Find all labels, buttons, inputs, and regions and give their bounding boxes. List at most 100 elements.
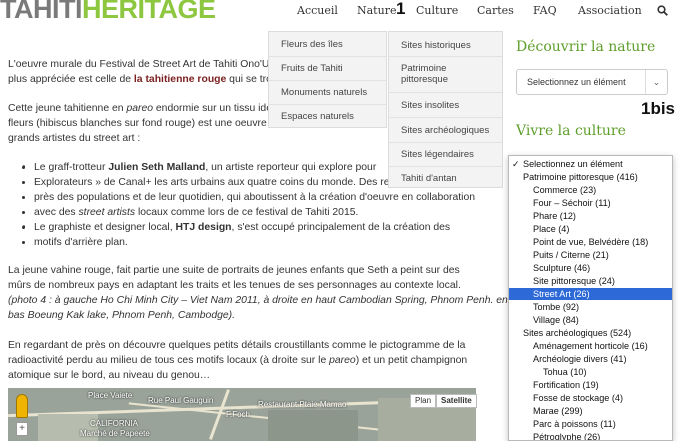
nav-faq[interactable]: FAQ — [533, 4, 557, 26]
nav-association[interactable]: Association — [578, 4, 642, 26]
list-item-seth-line2: Explorateurs » de Canal+ les arts urbain… — [34, 175, 390, 190]
select-option[interactable]: Marae (299) — [509, 405, 672, 417]
menu-item-sites-legendaires[interactable]: Sites légendaires — [401, 149, 474, 160]
select-option[interactable]: Sites archéologiques (524) — [509, 327, 672, 339]
nav-cartes[interactable]: Cartes — [477, 4, 514, 26]
list-item-seth-line3: près des populations et de leur quotidie… — [34, 190, 475, 205]
select-option-label: Village (84) — [533, 315, 579, 325]
select-option[interactable]: Archéologie divers (41) — [509, 353, 672, 365]
map-label: Marché de Papeete — [80, 429, 150, 438]
paragraph-portraits-line4: bas Boeung Kak lake, Phnom Penh, Cambodg… — [8, 310, 236, 321]
select-option-label: Fosse de stockage (4) — [533, 393, 623, 403]
nature-select-value: Selectionnez un élément — [527, 77, 626, 87]
sidebar-heading-nature: Découvrir la nature — [516, 39, 656, 55]
select-option[interactable]: Fortification (19) — [509, 379, 672, 391]
annotation-marker-1: 1 — [396, 0, 406, 18]
select-option-label: Patrimoine pittoresque (416) — [523, 172, 638, 182]
select-option-label: Parc à poissons (11) — [533, 419, 616, 429]
street-view-pegman-icon[interactable] — [16, 394, 28, 418]
list-item-htj-line2: motifs d'arrière plan. — [34, 235, 128, 250]
paragraph-portraits-line1: La jeune vahine rouge, fait partie une s… — [8, 265, 460, 276]
select-option-label: Archéologie divers (41) — [533, 354, 627, 364]
nav-culture[interactable]: Culture — [416, 4, 458, 26]
select-option[interactable]: Sculpture (46) — [509, 262, 672, 274]
select-option-label: Puits / Citerne (21) — [533, 250, 609, 260]
select-option[interactable]: Patrimoine pittoresque (416) — [509, 171, 672, 183]
select-option-label: Site pittoresque (24) — [533, 276, 615, 286]
select-option-label: Commerce (23) — [533, 185, 597, 195]
select-option[interactable]: Pétroglyphe (26) — [509, 431, 672, 441]
paragraph-desc-line1: Cette jeune tahitienne en pareo endormie… — [8, 103, 272, 114]
menu-item-espaces[interactable]: Espaces naturels — [281, 111, 354, 122]
menu-item-patrimoine-line2[interactable]: pittoresque — [401, 74, 448, 85]
paragraph-details-line1: En regardant de près on découvre quelque… — [8, 340, 466, 351]
annotation-marker-1bis: 1bis — [641, 99, 676, 118]
paragraph-intro-line2: plus appréciée est celle de la tahitienn… — [8, 74, 278, 85]
select-option[interactable]: Place (4) — [509, 223, 672, 235]
map-label: CALIFORNIA — [90, 419, 139, 428]
checkmark-icon: ✓ — [512, 159, 520, 169]
select-option[interactable]: Fosse de stockage (4) — [509, 392, 672, 404]
select-option-label: Place (4) — [533, 224, 570, 234]
select-option-label: Tohua (10) — [543, 367, 587, 377]
paragraph-desc-line3: grands artistes du street art : — [8, 133, 141, 144]
select-option[interactable]: Puits / Citerne (21) — [509, 249, 672, 261]
paragraph-desc-line2: fleurs (hibiscus blanches sur fond rouge… — [8, 118, 272, 129]
menu-item-fleurs[interactable]: Fleurs des îles — [281, 39, 343, 50]
menu-item-sites-insolites[interactable]: Sites insolites — [401, 100, 459, 111]
nav-accueil[interactable]: Accueil — [297, 4, 338, 26]
map-label: Restaurant Ptaie Mamao — [258, 400, 347, 409]
list-item-seth-line4: avec des street artists locaux comme lor… — [34, 205, 358, 220]
paragraph-details-line3: atomique sur le bord, au niveau du genou… — [8, 370, 211, 381]
map-label: Rue Paul Gauguin — [148, 396, 214, 405]
select-option[interactable]: Four – Séchoir (11) — [509, 197, 672, 209]
paragraph-intro-line1: L'oeuvre murale du Festival de Street Ar… — [8, 59, 270, 70]
nature-dropdown-menu: Fleurs des îles Fruits de Tahiti Monumen… — [268, 31, 387, 128]
site-logo[interactable]: TAHITIHERITAGE — [0, 0, 216, 24]
menu-item-patrimoine-line1[interactable]: Patrimoine — [401, 63, 446, 74]
google-map[interactable]: Rue Paul Gauguin Restaurant Ptaie Mamao … — [8, 388, 476, 441]
select-option-label: Selectionnez un élément — [523, 159, 623, 169]
select-option[interactable]: ✓ Selectionnez un élément — [509, 158, 672, 170]
menu-item-monuments[interactable]: Monuments naturels — [281, 87, 367, 98]
select-option-label: Street Art (26) — [533, 289, 590, 299]
search-icon[interactable] — [657, 3, 668, 21]
select-option[interactable]: Point de vue, Belvédère (18) — [509, 236, 672, 248]
map-type-satellite-button[interactable]: Satellite — [436, 394, 477, 408]
select-option[interactable]: Street Art (26) — [509, 288, 672, 300]
paragraph-details-line2: radioactivité perdu au milieu de tous ce… — [8, 355, 468, 366]
select-option-label: Sculpture (46) — [533, 263, 591, 273]
nature-select[interactable]: Selectionnez un élément ⌄ — [516, 69, 668, 95]
select-option[interactable]: Tombe (92) — [509, 301, 672, 313]
culture-select-dropdown-list[interactable]: ✓ Selectionnez un élément Patrimoine pitto… — [508, 155, 673, 441]
select-option-label: Sites archéologiques (524) — [523, 328, 632, 338]
select-option[interactable]: Village (84) — [509, 314, 672, 326]
menu-item-sites-historiques[interactable]: Sites historiques — [401, 40, 471, 51]
menu-item-tahiti-dantan[interactable]: Tahiti d'antan — [401, 173, 457, 184]
list-item-seth-line1: Le graff-trotteur Julien Seth Malland, u… — [34, 160, 376, 175]
select-option[interactable]: Phare (12) — [509, 210, 672, 222]
select-option-label: Aménagement horticole (16) — [533, 341, 648, 351]
select-option-label: Point de vue, Belvédère (18) — [533, 237, 649, 247]
select-option[interactable]: Tohua (10) — [509, 366, 672, 378]
map-type-plan-button[interactable]: Plan — [410, 394, 437, 408]
paragraph-portraits-line2: mûrs de nombreux pays en adaptant les tr… — [8, 280, 461, 291]
culture-dropdown-menu: Sites historiques Patrimoine pittoresque… — [388, 31, 503, 188]
chevron-down-icon: ⌄ — [645, 70, 667, 94]
sidebar-heading-culture: Vivre la culture — [516, 123, 626, 139]
map-label: Place Vaiete — [88, 391, 133, 400]
map-zoom-in-button[interactable]: + — [16, 422, 28, 436]
select-option-label: Phare (12) — [533, 211, 576, 221]
select-option-label: Pétroglyphe (26) — [533, 432, 601, 441]
select-option[interactable]: Parc à poissons (11) — [509, 418, 672, 430]
nav-nature[interactable]: Nature — [357, 4, 396, 26]
highlight-tahitienne-rouge: la tahitienne rouge — [133, 74, 227, 85]
select-option[interactable]: Site pittoresque (24) — [509, 275, 672, 287]
logo-part-tahiti: TAHITI — [0, 0, 82, 24]
select-option-label: Marae (299) — [533, 406, 583, 416]
menu-item-fruits[interactable]: Fruits de Tahiti — [281, 63, 343, 74]
select-option[interactable]: Aménagement horticole (16) — [509, 340, 672, 352]
map-label: F.Foch — [226, 410, 251, 419]
select-option[interactable]: Commerce (23) — [509, 184, 672, 196]
menu-item-sites-archeologiques[interactable]: Sites archéologiques — [401, 125, 489, 136]
